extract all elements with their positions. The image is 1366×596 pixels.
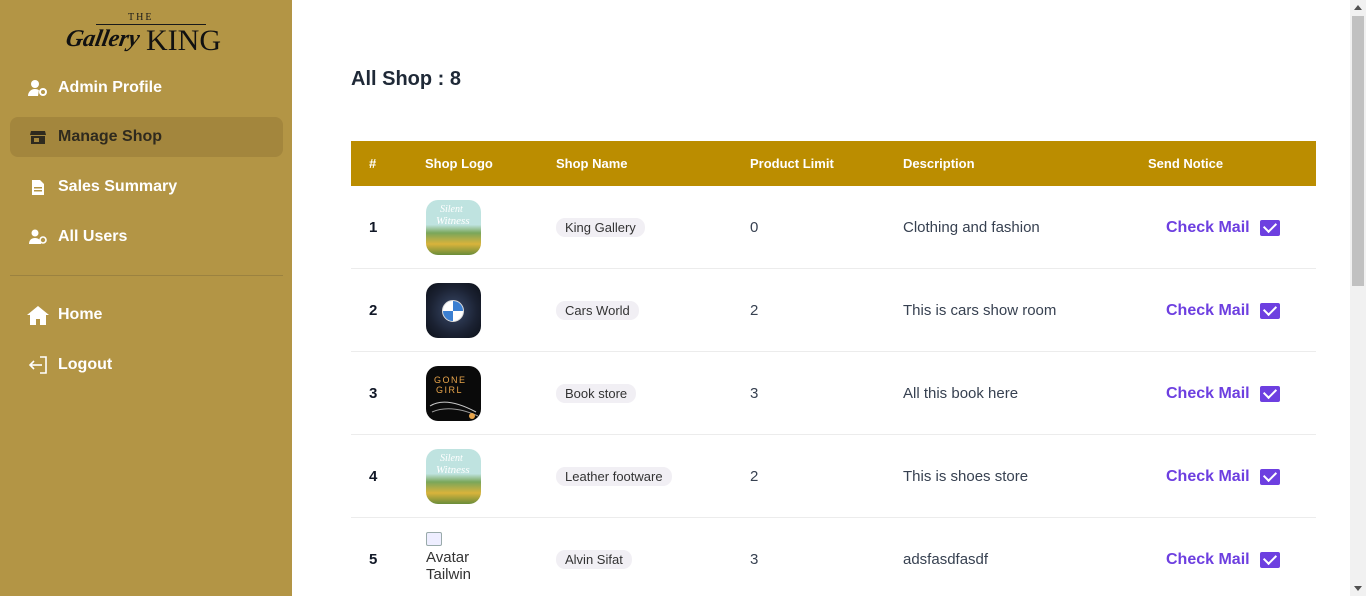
mail-icon xyxy=(1259,468,1280,485)
sidebar-item-label: Sales Summary xyxy=(58,178,178,195)
row-number: 1 xyxy=(369,219,378,236)
vertical-scrollbar[interactable] xyxy=(1350,0,1366,596)
row-number: 3 xyxy=(369,385,378,402)
sidebar-item-all-users[interactable]: All Users xyxy=(10,217,283,257)
table-header: # Shop Logo Shop Name Product Limit Desc… xyxy=(351,141,1316,186)
mail-icon xyxy=(1259,385,1280,402)
brand-logo[interactable]: THE Gallery KING xyxy=(63,12,226,58)
user-gear-icon xyxy=(26,76,50,100)
sidebar: THE Gallery KING Admin Profile Manage Sh… xyxy=(0,0,292,596)
table-row: 1 Silent Witness King Gallery 0 Clothing … xyxy=(351,186,1316,269)
product-limit: 3 xyxy=(750,551,759,568)
row-number: 2 xyxy=(369,302,378,319)
logout-icon xyxy=(26,353,50,377)
sidebar-item-label: Admin Profile xyxy=(58,79,163,96)
logo-alt-text: Avatar Tailwin xyxy=(426,549,472,583)
sidebar-item-label: All Users xyxy=(58,228,128,245)
check-mail-button[interactable]: Check Mail xyxy=(1166,219,1280,237)
users-icon xyxy=(26,225,50,249)
shop-logo-image xyxy=(426,283,481,338)
sidebar-item-label: Manage Shop xyxy=(58,128,163,145)
svg-text:GIRL: GIRL xyxy=(436,385,463,395)
mail-icon xyxy=(1259,551,1280,568)
document-icon xyxy=(26,175,50,199)
row-number: 5 xyxy=(369,551,378,568)
shop-name-badge: Alvin Sifat xyxy=(556,550,632,569)
product-limit: 3 xyxy=(750,385,759,402)
shop-description: Clothing and fashion xyxy=(903,219,1040,236)
scroll-up-arrow-icon[interactable] xyxy=(1354,5,1362,10)
sidebar-divider xyxy=(10,275,283,276)
sidebar-item-home[interactable]: Home xyxy=(10,295,283,335)
main-content: All Shop : 8 # Shop Logo Shop Name Produ… xyxy=(292,0,1350,596)
home-icon xyxy=(26,303,50,327)
sidebar-item-manage-shop[interactable]: Manage Shop xyxy=(10,117,283,157)
column-header: Description xyxy=(903,156,975,171)
check-mail-button[interactable]: Check Mail xyxy=(1166,385,1280,403)
check-mail-button[interactable]: Check Mail xyxy=(1166,468,1280,486)
product-limit: 2 xyxy=(750,468,759,485)
table-row: 3 GONE GIRL Book store 3 All this book he… xyxy=(351,352,1316,435)
sidebar-item-sales-summary[interactable]: Sales Summary xyxy=(10,167,283,207)
svg-text:Silent: Silent xyxy=(440,204,463,215)
check-mail-button[interactable]: Check Mail xyxy=(1166,302,1280,320)
svg-text:Witness: Witness xyxy=(436,464,470,476)
svg-text:GONE: GONE xyxy=(434,375,467,385)
shop-description: This is cars show room xyxy=(903,302,1057,319)
column-header: Shop Name xyxy=(556,156,628,171)
mail-icon xyxy=(1259,219,1280,236)
page-title: All Shop : 8 xyxy=(351,68,461,90)
shop-name-badge: Leather footware xyxy=(556,467,672,486)
shop-logo-image: Silent Witness xyxy=(426,200,481,255)
shop-description: All this book here xyxy=(903,385,1019,402)
sidebar-item-label: Home xyxy=(58,306,103,323)
column-header: Send Notice xyxy=(1148,156,1224,171)
product-limit: 2 xyxy=(750,302,759,319)
product-limit: 0 xyxy=(750,219,759,236)
sidebar-item-label: Logout xyxy=(58,356,113,373)
shop-logo-image: GONE GIRL xyxy=(426,366,481,421)
logo-the: THE xyxy=(128,12,154,23)
shop-name-badge: King Gallery xyxy=(556,218,645,237)
logo-king: KING xyxy=(146,24,221,57)
svg-text:Silent: Silent xyxy=(440,453,463,464)
broken-image-icon: Avatar Tailwin xyxy=(426,532,481,587)
shop-name-badge: Cars World xyxy=(556,301,639,320)
table-row: 4 Silent Witness Leather footware 2 This … xyxy=(351,435,1316,518)
shop-logo-image: Silent Witness xyxy=(426,449,481,504)
row-number: 4 xyxy=(369,468,378,485)
svg-text:Witness: Witness xyxy=(436,215,470,227)
mail-icon xyxy=(1259,302,1280,319)
sidebar-item-logout[interactable]: Logout xyxy=(10,345,283,385)
table-row: 2 Cars World 2 This is cars show room Ch… xyxy=(351,269,1316,352)
shop-icon xyxy=(26,125,50,149)
shop-table: # Shop Logo Shop Name Product Limit Desc… xyxy=(351,141,1316,596)
check-mail-button[interactable]: Check Mail xyxy=(1166,551,1280,569)
scrollbar-thumb[interactable] xyxy=(1352,16,1364,286)
shop-description: adsfasdfasdf xyxy=(903,551,989,568)
column-header: Shop Logo xyxy=(425,156,493,171)
scroll-down-arrow-icon[interactable] xyxy=(1354,586,1362,591)
sidebar-item-admin-profile[interactable]: Admin Profile xyxy=(10,68,283,108)
column-header: # xyxy=(369,156,377,171)
shop-description: This is shoes store xyxy=(903,468,1029,485)
shop-name-badge: Book store xyxy=(556,384,637,403)
table-row: 5 Avatar Tailwin Alvin Sifat 3 adsfasdfa… xyxy=(351,518,1316,596)
logo-gallery: Gallery xyxy=(63,26,142,52)
column-header: Product Limit xyxy=(750,156,834,171)
